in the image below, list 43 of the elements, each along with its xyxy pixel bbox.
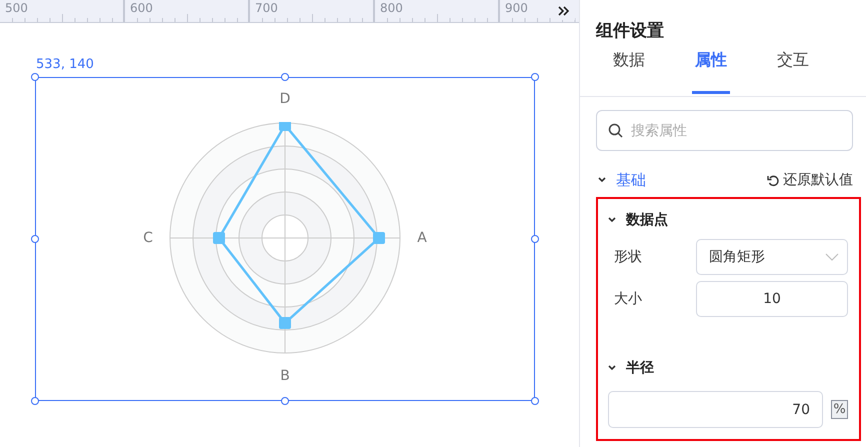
resize-handle[interactable]	[31, 397, 39, 405]
resize-handle[interactable]	[31, 235, 39, 243]
axis-label: D	[280, 91, 290, 107]
tab[interactable]: 交互	[774, 46, 812, 94]
ruler-label: 700	[255, 1, 278, 15]
section-header[interactable]: 基础	[598, 170, 646, 190]
data-point	[279, 122, 291, 131]
undo-icon	[767, 174, 780, 186]
resize-handle[interactable]	[31, 73, 39, 81]
group-header[interactable]: 半径	[608, 355, 654, 381]
position-label: 533, 140	[36, 57, 94, 72]
ruler-label: 500	[5, 1, 28, 15]
resize-handle[interactable]	[531, 73, 539, 81]
resize-handle[interactable]	[281, 73, 289, 81]
ruler-label: 900	[505, 1, 528, 15]
unit-toggle[interactable]: %	[831, 400, 848, 419]
field-label: 大小	[613, 290, 643, 308]
radius-input[interactable]: 70	[608, 391, 823, 428]
panel-title: 组件设置	[594, 20, 665, 43]
axis-label: A	[417, 230, 427, 246]
search-icon	[608, 123, 623, 138]
chevron-icon	[608, 217, 616, 223]
axis-label: C	[143, 230, 153, 246]
resize-handle[interactable]	[531, 397, 539, 405]
data-point	[373, 232, 385, 244]
group-header[interactable]: 数据点	[608, 207, 668, 233]
ruler-label: 600	[130, 1, 153, 15]
axis-label: B	[280, 368, 290, 384]
shape-select[interactable]: 圆角矩形	[696, 239, 848, 275]
chevron-icon	[598, 177, 606, 183]
resize-handle[interactable]	[531, 235, 539, 243]
size-input[interactable]: 10	[696, 281, 848, 317]
resize-handle[interactable]	[281, 397, 289, 405]
data-point	[279, 317, 291, 329]
chevron-icon	[825, 253, 839, 261]
reset-button[interactable]: 还原默认值	[767, 171, 853, 189]
ruler-label: 800	[380, 1, 403, 15]
tab[interactable]: 数据	[610, 46, 648, 94]
search-field[interactable]: 搜索属性	[596, 110, 853, 151]
chevron-icon	[608, 365, 616, 371]
data-point	[213, 232, 225, 244]
field-label: 形状	[613, 248, 643, 266]
tab[interactable]: 属性	[692, 46, 730, 94]
